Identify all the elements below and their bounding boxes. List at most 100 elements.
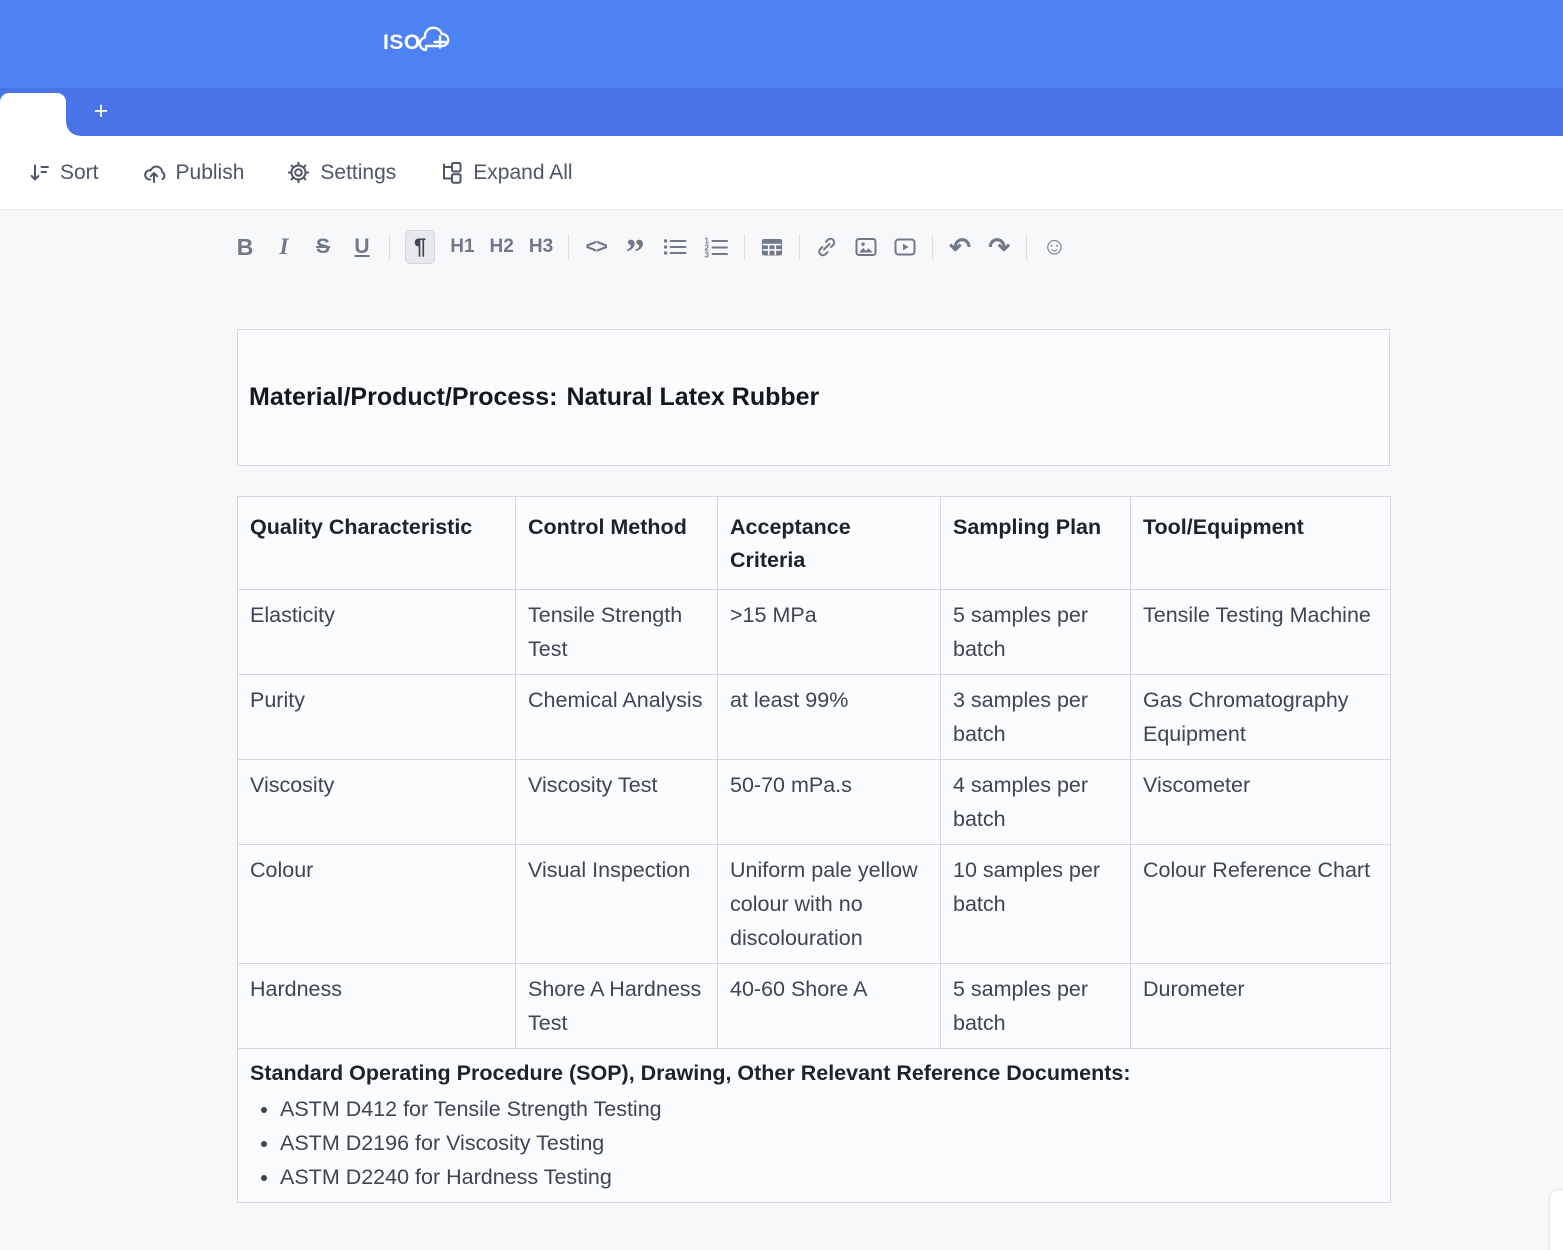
material-title-label: Material/Product/Process:	[249, 383, 557, 412]
settings-button[interactable]: Settings	[287, 161, 396, 185]
table-cell[interactable]: Elasticity	[238, 590, 516, 675]
table-icon	[760, 236, 784, 258]
toolbar-divider	[744, 234, 745, 260]
table-cell[interactable]: Tensile Strength Test	[516, 590, 718, 675]
quality-control-table[interactable]: Quality CharacteristicControl MethodAcce…	[237, 496, 1391, 1203]
table-cell[interactable]: 40-60 Shore A	[718, 964, 941, 1049]
expand-all-label: Expand All	[473, 161, 572, 185]
table-cell[interactable]: 10 samples per batch	[941, 845, 1131, 964]
emoji-button[interactable]: ☺	[1042, 230, 1067, 264]
action-bar: Sort Publish Settings Expand All	[0, 136, 1563, 210]
sort-label: Sort	[60, 161, 99, 185]
table-cell[interactable]: Durometer	[1131, 964, 1391, 1049]
table-cell[interactable]: Colour Reference Chart	[1131, 845, 1391, 964]
table-cell[interactable]: Uniform pale yellow colour with no disco…	[718, 845, 941, 964]
material-title-box[interactable]: Material/Product/Process: Natural Latex …	[237, 329, 1390, 466]
sop-list-item: ASTM D2240 for Hardness Testing	[280, 1160, 1378, 1194]
table-cell[interactable]: Shore A Hardness Test	[516, 964, 718, 1049]
active-tab[interactable]	[0, 93, 66, 136]
sop-list-item: ASTM D412 for Tensile Strength Testing	[280, 1092, 1378, 1126]
sop-list-item: ASTM D2196 for Viscosity Testing	[280, 1126, 1378, 1160]
tab-curve-decoration	[66, 122, 80, 136]
sop-footer-title: Standard Operating Procedure (SOP), Draw…	[250, 1057, 1378, 1090]
undo-button[interactable]: ↶	[948, 230, 972, 264]
video-icon	[893, 236, 917, 258]
heading3-button[interactable]: H3	[529, 230, 553, 264]
table-footer-row: Standard Operating Procedure (SOP), Draw…	[238, 1049, 1391, 1203]
top-header-bar: ISO	[0, 0, 1563, 88]
tab-bar: +	[0, 88, 1563, 136]
table-cell[interactable]: 5 samples per batch	[941, 590, 1131, 675]
toolbar-divider	[932, 234, 933, 260]
italic-button[interactable]: I	[272, 230, 296, 264]
settings-label: Settings	[320, 161, 396, 185]
table-cell[interactable]: 3 samples per batch	[941, 675, 1131, 760]
image-icon	[854, 236, 878, 258]
redo-button[interactable]: ↷	[987, 230, 1011, 264]
table-cell[interactable]: Gas Chromatography Equipment	[1131, 675, 1391, 760]
table-cell[interactable]: Visual Inspection	[516, 845, 718, 964]
sort-button[interactable]: Sort	[28, 161, 99, 185]
underline-button[interactable]: U	[350, 230, 374, 264]
cloud-upload-icon	[142, 162, 166, 184]
bullet-list-icon	[662, 236, 688, 258]
table-header-cell[interactable]: Sampling Plan	[941, 497, 1131, 590]
table-header-cell[interactable]: Acceptance Criteria	[718, 497, 941, 590]
add-tab-button[interactable]: +	[86, 95, 116, 127]
table-cell[interactable]: at least 99%	[718, 675, 941, 760]
table-body: ElasticityTensile Strength Test>15 MPa5 …	[238, 590, 1391, 1049]
table-cell[interactable]: >15 MPa	[718, 590, 941, 675]
ordered-list-button[interactable]: 1 2 3	[703, 230, 729, 264]
ordered-list-icon: 1 2 3	[703, 236, 729, 258]
sop-list: ASTM D412 for Tensile Strength TestingAS…	[250, 1092, 1378, 1194]
expand-tree-icon	[439, 161, 463, 184]
table-row: PurityChemical Analysisat least 99%3 sam…	[238, 675, 1391, 760]
table-cell[interactable]: 50-70 mPa.s	[718, 760, 941, 845]
strikethrough-button[interactable]: S	[311, 230, 335, 264]
table-cell[interactable]: Chemical Analysis	[516, 675, 718, 760]
sop-footer-cell[interactable]: Standard Operating Procedure (SOP), Draw…	[238, 1049, 1391, 1203]
table-cell[interactable]: Viscometer	[1131, 760, 1391, 845]
app-logo: ISO	[383, 24, 454, 56]
table-cell[interactable]: Colour	[238, 845, 516, 964]
bold-button[interactable]: B	[233, 230, 257, 264]
insert-video-button[interactable]	[893, 230, 917, 264]
table-cell[interactable]: Hardness	[238, 964, 516, 1049]
table-row: ElasticityTensile Strength Test>15 MPa5 …	[238, 590, 1391, 675]
table-header-row: Quality CharacteristicControl MethodAcce…	[238, 497, 1391, 590]
table-header-cell[interactable]: Control Method	[516, 497, 718, 590]
material-title-value: Natural Latex Rubber	[566, 383, 819, 412]
gear-icon	[287, 161, 310, 184]
table-row: HardnessShore A Hardness Test40-60 Shore…	[238, 964, 1391, 1049]
table-row: ViscosityViscosity Test50-70 mPa.s4 samp…	[238, 760, 1391, 845]
expand-all-button[interactable]: Expand All	[439, 161, 572, 185]
table-cell[interactable]: Viscosity	[238, 760, 516, 845]
paragraph-button-active[interactable]: ¶	[405, 230, 435, 264]
table-cell[interactable]: Purity	[238, 675, 516, 760]
table-cell[interactable]: Tensile Testing Machine	[1131, 590, 1391, 675]
code-button[interactable]: <>	[584, 230, 608, 264]
toolbar-divider	[389, 234, 390, 260]
sort-descending-icon	[28, 162, 50, 184]
publish-label: Publish	[176, 161, 245, 185]
table-cell[interactable]: 4 samples per batch	[941, 760, 1131, 845]
heading1-button[interactable]: H1	[450, 230, 474, 264]
toolbar-divider	[1026, 234, 1027, 260]
table-cell[interactable]: 5 samples per batch	[941, 964, 1131, 1049]
table-cell[interactable]: Viscosity Test	[516, 760, 718, 845]
editor-toolbar: B I S U ¶ H1 H2 H3 <> ” 1 2 3	[0, 210, 1563, 268]
insert-link-button[interactable]	[815, 230, 839, 264]
publish-button[interactable]: Publish	[142, 161, 245, 185]
toolbar-divider	[799, 234, 800, 260]
svg-text:3: 3	[705, 251, 710, 259]
table-header-cell[interactable]: Tool/Equipment	[1131, 497, 1391, 590]
insert-table-button[interactable]	[760, 230, 784, 264]
toolbar-divider	[568, 234, 569, 260]
heading2-button[interactable]: H2	[490, 230, 514, 264]
insert-image-button[interactable]	[854, 230, 878, 264]
cloud-plus-logo-icon	[414, 24, 454, 56]
bullet-list-button[interactable]	[662, 230, 688, 264]
table-header-cell[interactable]: Quality Characteristic	[238, 497, 516, 590]
table-row: ColourVisual InspectionUniform pale yell…	[238, 845, 1391, 964]
blockquote-button[interactable]: ”	[623, 230, 647, 264]
